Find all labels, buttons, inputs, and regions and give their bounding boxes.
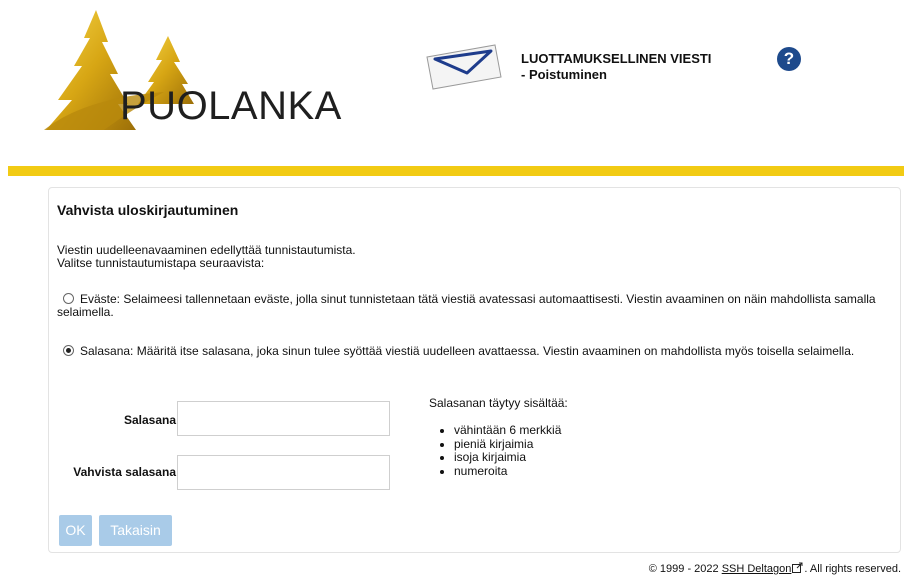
intro-line2: Valitse tunnistautumistapa seuraavista:	[57, 256, 265, 270]
confirm-password-label: Vahvista salasana	[73, 465, 176, 479]
password-option-text: Salasana: Määritä itse salasana, joka si…	[80, 344, 855, 358]
requirement-item: vähintään 6 merkkiä	[454, 423, 561, 438]
ok-button[interactable]: OK	[59, 515, 92, 546]
ssh-deltagon-link[interactable]: SSH Deltagon	[722, 563, 792, 575]
requirements-list: vähintään 6 merkkiä pieniä kirjaimia iso…	[430, 423, 561, 479]
puolanka-logo: PUOLANKA	[44, 8, 364, 132]
option-password[interactable]: Salasana: Määritä itse salasana, joka si…	[57, 345, 877, 358]
cookie-option-text: Eväste: Selaimeesi tallennetaan eväste, …	[57, 292, 876, 319]
requirement-item: numeroita	[454, 464, 561, 479]
page-title-line2: - Poistuminen	[521, 67, 607, 82]
copyright-text: © 1999 - 2022	[648, 563, 722, 575]
envelope-icon	[426, 44, 502, 90]
rights-text: . All rights reserved.	[804, 563, 901, 575]
help-icon[interactable]: ?	[777, 47, 801, 71]
password-input[interactable]	[177, 401, 390, 436]
password-radio[interactable]	[63, 345, 74, 356]
footer: © 1999 - 2022 SSH Deltagon . All rights r…	[649, 562, 901, 575]
accent-bar	[8, 166, 904, 176]
confirm-password-input[interactable]	[177, 455, 390, 490]
logout-panel: Vahvista uloskirjautuminen Viestin uudel…	[48, 187, 901, 553]
external-link-icon	[792, 562, 803, 573]
panel-title: Vahvista uloskirjautuminen	[57, 202, 239, 218]
option-cookie[interactable]: Eväste: Selaimeesi tallennetaan eväste, …	[57, 293, 877, 319]
password-label: Salasana	[123, 413, 176, 427]
intro-text: Viestin uudelleenavaaminen edellyttää tu…	[57, 244, 356, 270]
requirement-item: isoja kirjaimia	[454, 450, 561, 465]
requirements-title: Salasanan täytyy sisältää:	[429, 396, 568, 410]
back-button[interactable]: Takaisin	[99, 515, 172, 546]
page-title-line1: LUOTTAMUKSELLINEN VIESTI	[521, 51, 712, 66]
cookie-radio[interactable]	[63, 293, 74, 304]
page-title: LUOTTAMUKSELLINEN VIESTI - Poistuminen	[521, 51, 711, 83]
logo-text: PUOLANKA	[120, 84, 342, 128]
requirement-item: pieniä kirjaimia	[454, 437, 561, 452]
